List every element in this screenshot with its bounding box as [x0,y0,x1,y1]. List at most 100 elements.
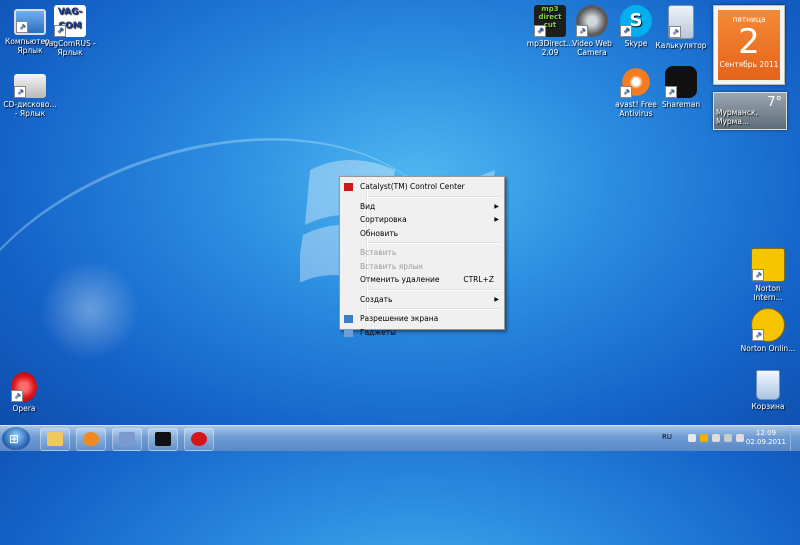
menu-item-label: Отменить удаление [360,275,440,284]
clock[interactable]: 12:09 02.09.2011 [746,429,786,447]
shortcut-arrow-icon: ↗ [534,25,546,37]
taskbar-explorer-button[interactable] [40,428,70,451]
desktop-icon-label: Shareman [661,100,701,109]
tray-arrow-icon[interactable] [688,434,696,442]
menu-item-label: Сортировка [360,215,407,224]
calendar-month: Сентябрь 2011 [719,60,779,69]
calendar-day: 2 [738,22,760,62]
screen-resolution-icon [344,315,353,323]
folder-icon [47,432,63,446]
shortcut-arrow-icon: ↗ [669,26,681,38]
mp3directcut-icon: mp3 direct cut ↗ [534,5,566,37]
skype-icon: S ↗ [620,5,652,37]
webcam-icon: ↗ [576,5,608,37]
menu-separator [368,308,501,310]
vag-com-icon: VAG-COM ↗ [54,5,86,37]
calculator-icon: ↗ [668,5,694,39]
wallpaper-glow [40,260,140,360]
shortcut-arrow-icon: ↗ [576,25,588,37]
taskbar-opera-button[interactable] [184,428,214,451]
show-desktop-button[interactable] [790,426,800,451]
tray-norton-icon[interactable] [700,434,708,442]
menu-item-create[interactable]: Создать ▶ [340,293,504,307]
submenu-arrow-icon: ▶ [494,295,499,303]
submenu-arrow-icon: ▶ [494,216,499,223]
menu-item-screen-resolution[interactable]: Разрешение экрана [340,312,504,326]
weather-city: Мурманск, Мурма... [716,108,758,126]
clock-time: 12:09 [755,429,777,437]
desktop-icon-recycle-bin[interactable]: Корзина [740,370,796,411]
menu-item-shortcut: CTRL+Z [463,275,494,284]
menu-separator [368,242,501,244]
gadgets-icon [344,328,353,337]
shortcut-arrow-icon: ↗ [752,269,764,281]
menu-item-label: Catalyst(TM) Control Center [360,182,465,191]
tray-volume-icon[interactable] [736,434,744,442]
shortcut-arrow-icon: ↗ [620,86,632,98]
menu-separator [368,288,501,291]
shareman-icon [155,432,171,446]
windows-start-icon: ⊞ [9,432,20,446]
shortcut-arrow-icon: ↗ [11,390,23,402]
menu-item-paste[interactable]: Вставить [340,246,504,260]
language-indicator[interactable]: RU [662,433,672,441]
shortcut-arrow-icon: ↗ [54,25,66,37]
desktop-icon-shareman[interactable]: ↗ Shareman [653,66,709,109]
menu-item-label: Разрешение экрана [360,314,439,323]
clock-date: 02.09.2011 [745,438,786,446]
catalyst-icon [344,183,353,191]
system-tray: RU 12:09 02.09.2011 [650,426,800,451]
shareman-icon: ↗ [665,66,697,98]
shortcut-arrow-icon: ↗ [620,25,632,37]
desktop-icon-label: VagComRUS - Ярлык [44,39,96,57]
tool-icon [119,432,135,446]
desktop-icon-opera[interactable]: ↗ Opera [0,372,52,413]
taskbar-shareman-button[interactable] [148,428,178,451]
taskbar-media-player-button[interactable] [76,428,106,451]
menu-item-paste-shortcut[interactable]: Вставить ярлык [340,260,504,274]
tray-battery-icon[interactable] [712,434,720,442]
menu-item-refresh[interactable]: Обновить [340,227,504,241]
tray-network-icon[interactable] [724,434,732,442]
opera-icon [191,432,207,446]
menu-item-sort[interactable]: Сортировка ▶ [340,213,504,227]
shortcut-arrow-icon: ↗ [16,21,28,33]
menu-item-label: Обновить [360,228,399,238]
desktop-icon-label: Калькулятор [655,41,707,50]
avast-icon: ↗ [620,66,652,98]
shortcut-arrow-icon: ↗ [14,86,26,98]
recycle-bin-icon [756,370,780,400]
opera-icon: ↗ [11,372,37,402]
cd-drive-icon: ↗ [14,74,46,98]
norton-internet-icon: ↗ [751,248,785,282]
taskbar: ⊞ RU 12:09 02.09.2011 [0,425,800,451]
menu-item-gadgets[interactable]: Гаджеты [340,326,504,340]
desktop-icon-norton-online[interactable]: ↗ Norton Onlin... [740,308,796,353]
desktop-icon-calculator[interactable]: ↗ Калькулятор [653,5,709,50]
desktop-context-menu: Catalyst(TM) Control Center Вид ▶ Сортир… [339,176,505,337]
norton-online-icon: ↗ [751,308,785,342]
desktop-icon-label: Корзина [751,402,785,411]
menu-item-label: Вид [360,201,376,211]
menu-item-label: Вставить [360,248,397,257]
desktop-icon-label: Norton Onlin... [740,344,796,353]
menu-separator [368,195,501,198]
menu-item-catalyst[interactable]: Catalyst(TM) Control Center [340,180,504,194]
menu-item-undo-delete[interactable]: Отменить удаление CTRL+Z [340,273,504,287]
submenu-arrow-icon: ▶ [494,202,499,210]
start-button[interactable]: ⊞ [2,427,30,450]
desktop-icon-label: Opera [12,404,36,413]
menu-item-view[interactable]: Вид ▶ [340,200,504,214]
shortcut-arrow-icon: ↗ [752,329,764,341]
desktop-icon-norton-internet[interactable]: ↗ Norton Intern... [740,248,796,302]
media-player-icon [83,432,99,446]
weather-gadget[interactable]: 7° Мурманск, Мурма... [713,92,787,130]
shortcut-arrow-icon: ↗ [665,86,677,98]
desktop-icon-cd-drive[interactable]: ↗ CD-дисково... - Ярлык [2,68,58,118]
menu-item-label: Гаджеты [360,327,397,337]
menu-item-label: Вставить ярлык [360,261,424,271]
taskbar-tool-button[interactable] [112,428,142,451]
menu-item-label: Создать [360,294,393,304]
desktop-icon-vagcomrus[interactable]: VAG-COM ↗ VagComRUS - Ярлык [42,5,98,57]
calendar-gadget[interactable]: пятница 2 Сентябрь 2011 [713,5,785,85]
